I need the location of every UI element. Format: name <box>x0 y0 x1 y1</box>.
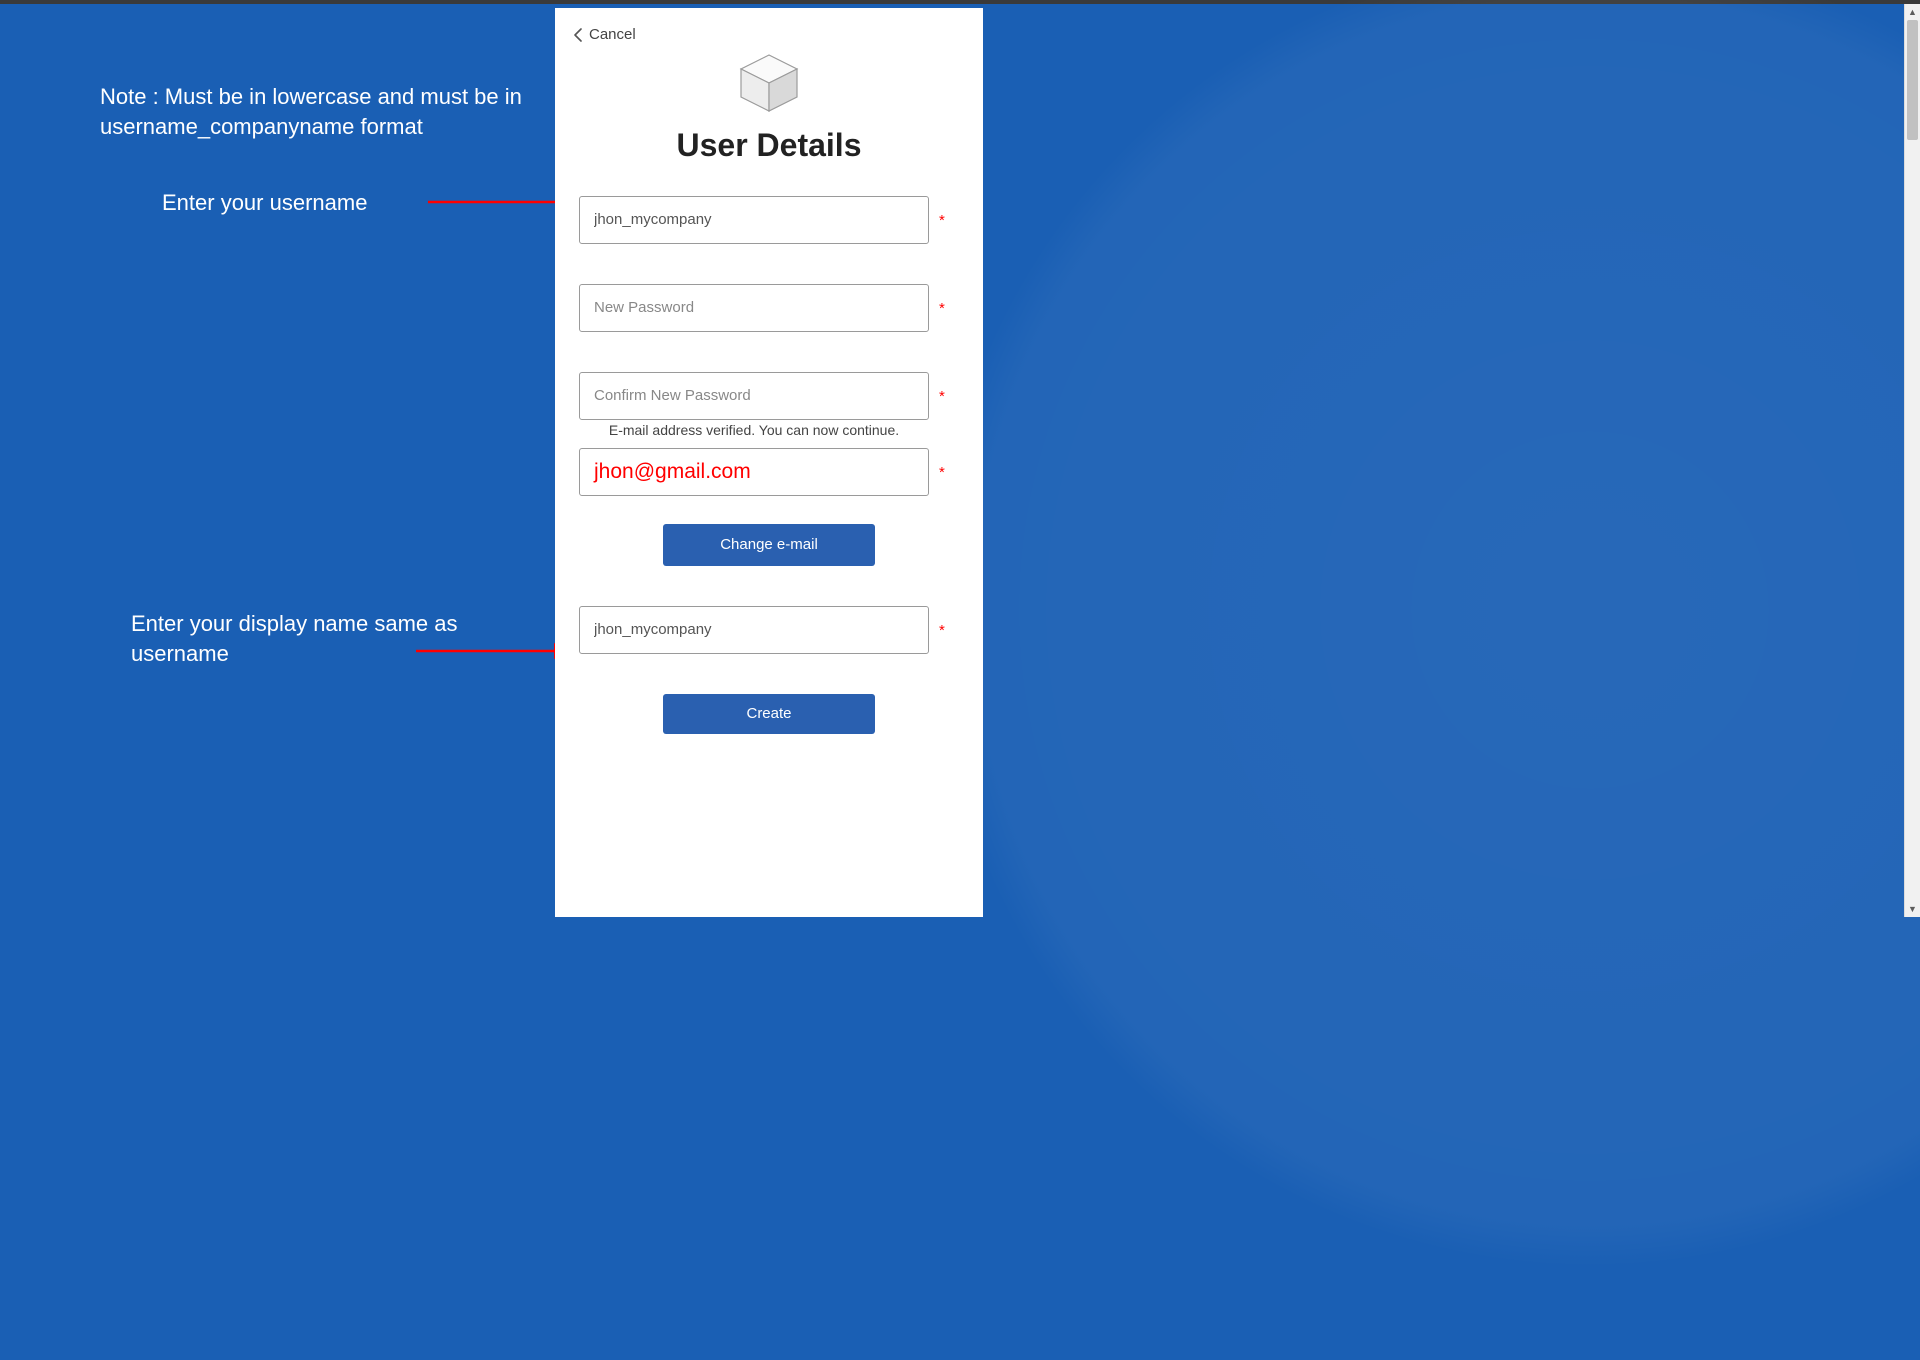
cancel-button[interactable]: Cancel <box>573 26 636 43</box>
annotation-username-hint: Enter your username <box>162 188 367 218</box>
logo-wrap <box>579 53 959 113</box>
required-marker: * <box>939 622 945 639</box>
required-marker: * <box>939 300 945 317</box>
cancel-label: Cancel <box>589 26 636 43</box>
create-button[interactable]: Create <box>663 694 875 734</box>
required-marker: * <box>939 212 945 229</box>
required-marker: * <box>939 388 945 405</box>
email-input[interactable]: jhon@gmail.com <box>579 448 929 496</box>
cube-icon <box>737 53 801 113</box>
user-details-card: Cancel User Details * * * E-mail address… <box>555 8 983 917</box>
chevron-left-icon <box>573 28 583 42</box>
scroll-up-button[interactable]: ▲ <box>1905 4 1920 20</box>
change-email-button[interactable]: Change e-mail <box>663 524 875 566</box>
page-title: User Details <box>579 127 959 164</box>
confirm-password-input[interactable] <box>579 372 929 420</box>
scroll-thumb[interactable] <box>1907 20 1918 140</box>
new-password-input[interactable] <box>579 284 929 332</box>
annotation-display-hint: Enter your display name same as username <box>131 609 481 670</box>
scroll-down-button[interactable]: ▼ <box>1905 901 1920 917</box>
annotation-note: Note : Must be in lowercase and must be … <box>100 82 550 143</box>
email-value: jhon@gmail.com <box>594 460 751 484</box>
required-marker: * <box>939 464 945 481</box>
vertical-scrollbar[interactable]: ▲ ▼ <box>1904 4 1920 917</box>
username-input[interactable] <box>579 196 929 244</box>
email-verified-status: E-mail address verified. You can now con… <box>579 422 929 438</box>
display-name-input[interactable] <box>579 606 929 654</box>
